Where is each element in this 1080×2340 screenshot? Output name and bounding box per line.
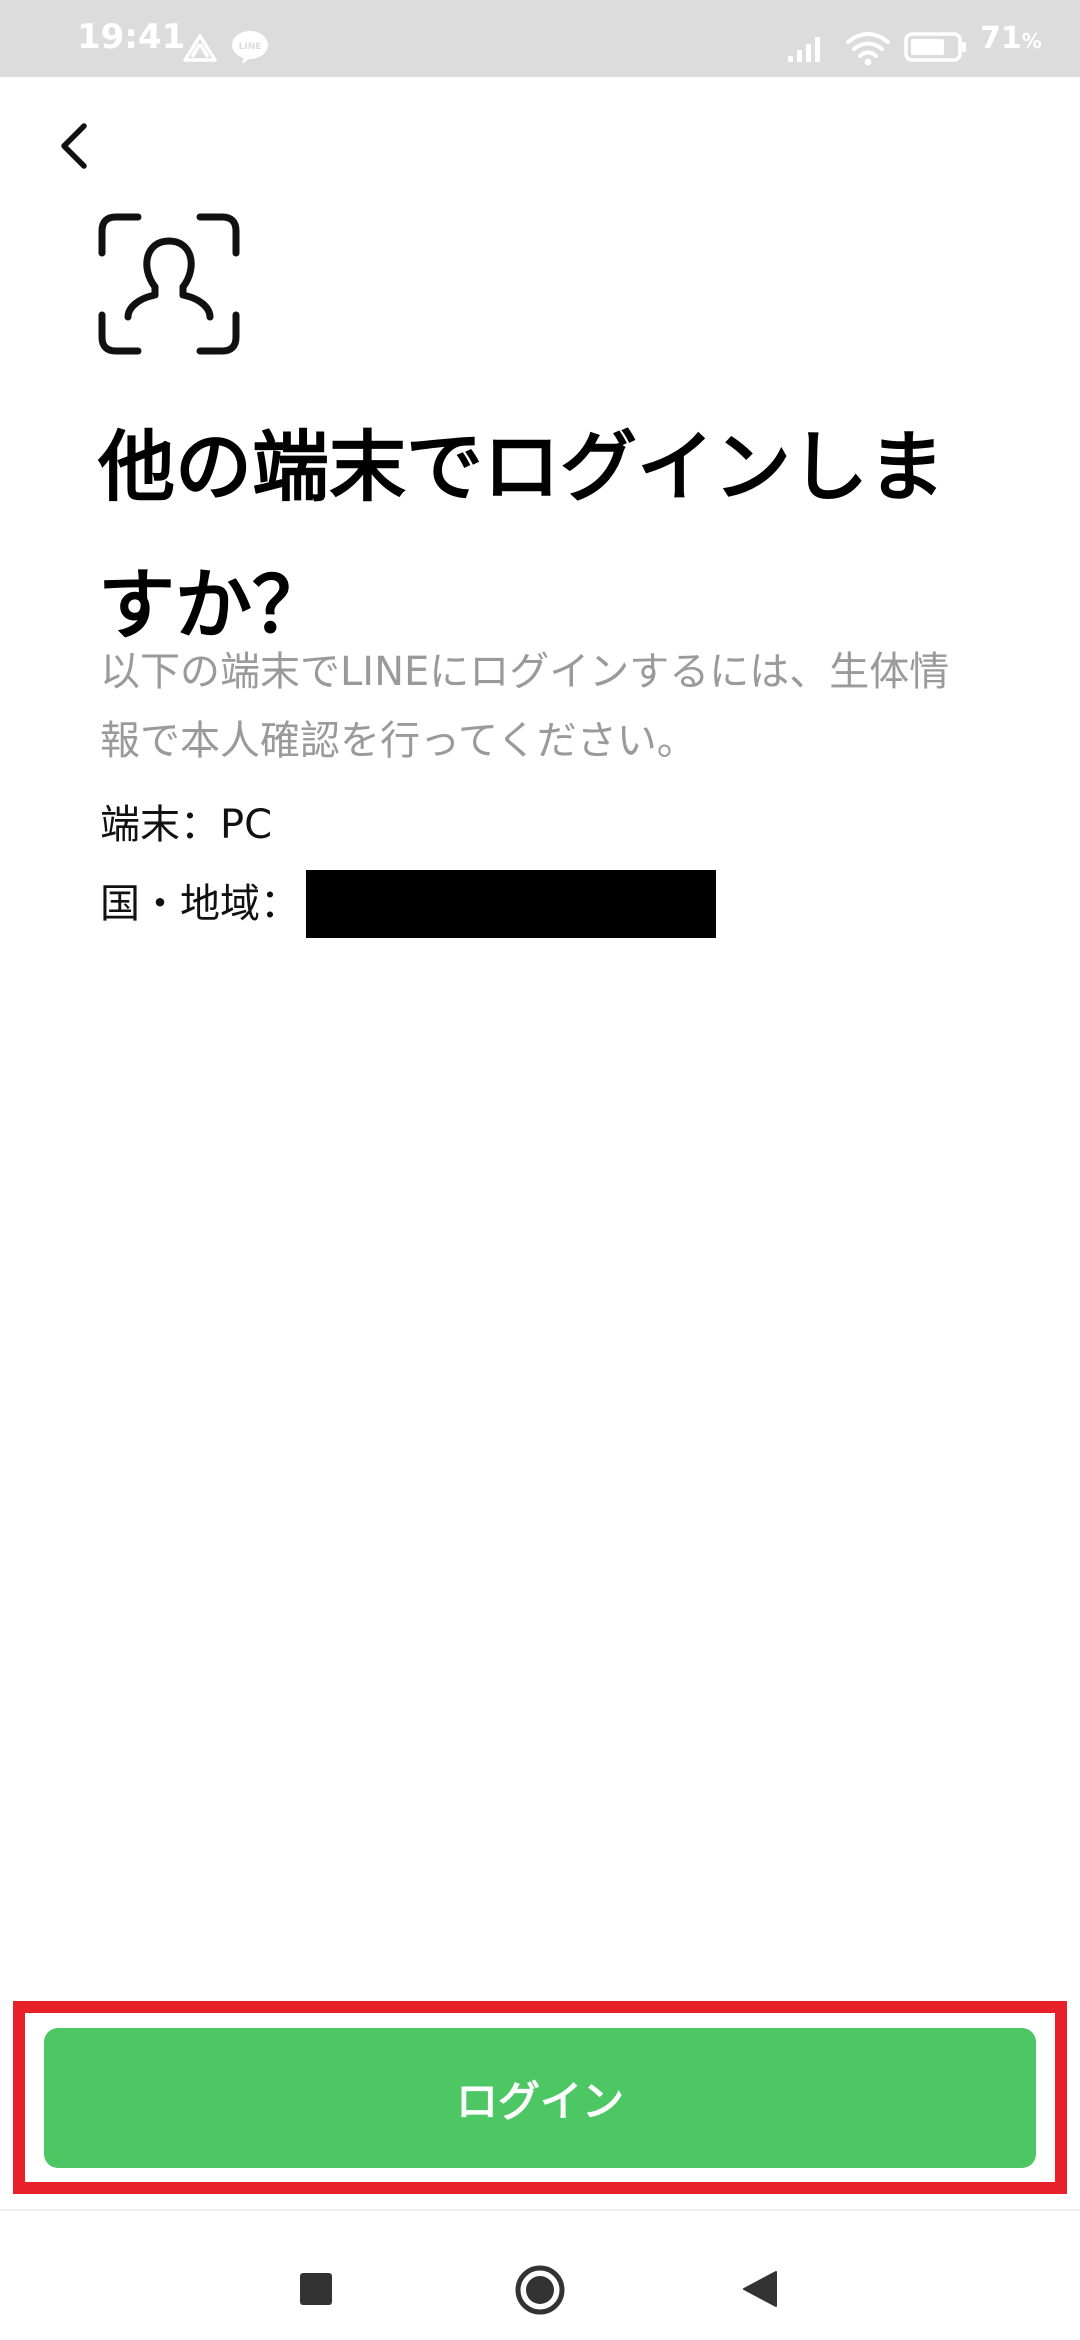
- back-icon[interactable]: [740, 2269, 780, 2309]
- device-value: PC: [220, 802, 273, 848]
- region-info-row: 国・地域：: [100, 870, 716, 938]
- wifi-icon: [846, 32, 890, 66]
- login-button[interactable]: ログイン: [44, 2028, 1036, 2168]
- status-time: 19:41: [77, 17, 186, 57]
- nav-bar: [0, 2211, 1080, 2340]
- battery-percent: 71%: [980, 21, 1042, 56]
- drive-icon: [183, 34, 217, 62]
- device-label: 端末：: [100, 802, 220, 848]
- status-bar: 19:41 LINE 71%: [0, 0, 1080, 77]
- face-scan-icon: [98, 213, 240, 355]
- redacted-region-value: [306, 870, 716, 938]
- battery-icon: [904, 32, 966, 62]
- recents-icon[interactable]: [298, 2271, 334, 2307]
- back-button[interactable]: [40, 110, 110, 180]
- page-title: 他の端末でログインしま すか？: [98, 424, 945, 651]
- region-label: 国・地域：: [100, 881, 300, 927]
- description-text: 以下の端末でLINEにログインするには、生体情 報で本人確認を行ってください。: [100, 649, 950, 764]
- chevron-left-icon: [61, 123, 87, 169]
- line-app-icon: LINE: [232, 31, 268, 64]
- signal-icon: [788, 37, 820, 62]
- home-icon[interactable]: [514, 2264, 566, 2316]
- device-info-row: 端末： PC: [100, 800, 272, 850]
- svg-text:LINE: LINE: [239, 42, 262, 52]
